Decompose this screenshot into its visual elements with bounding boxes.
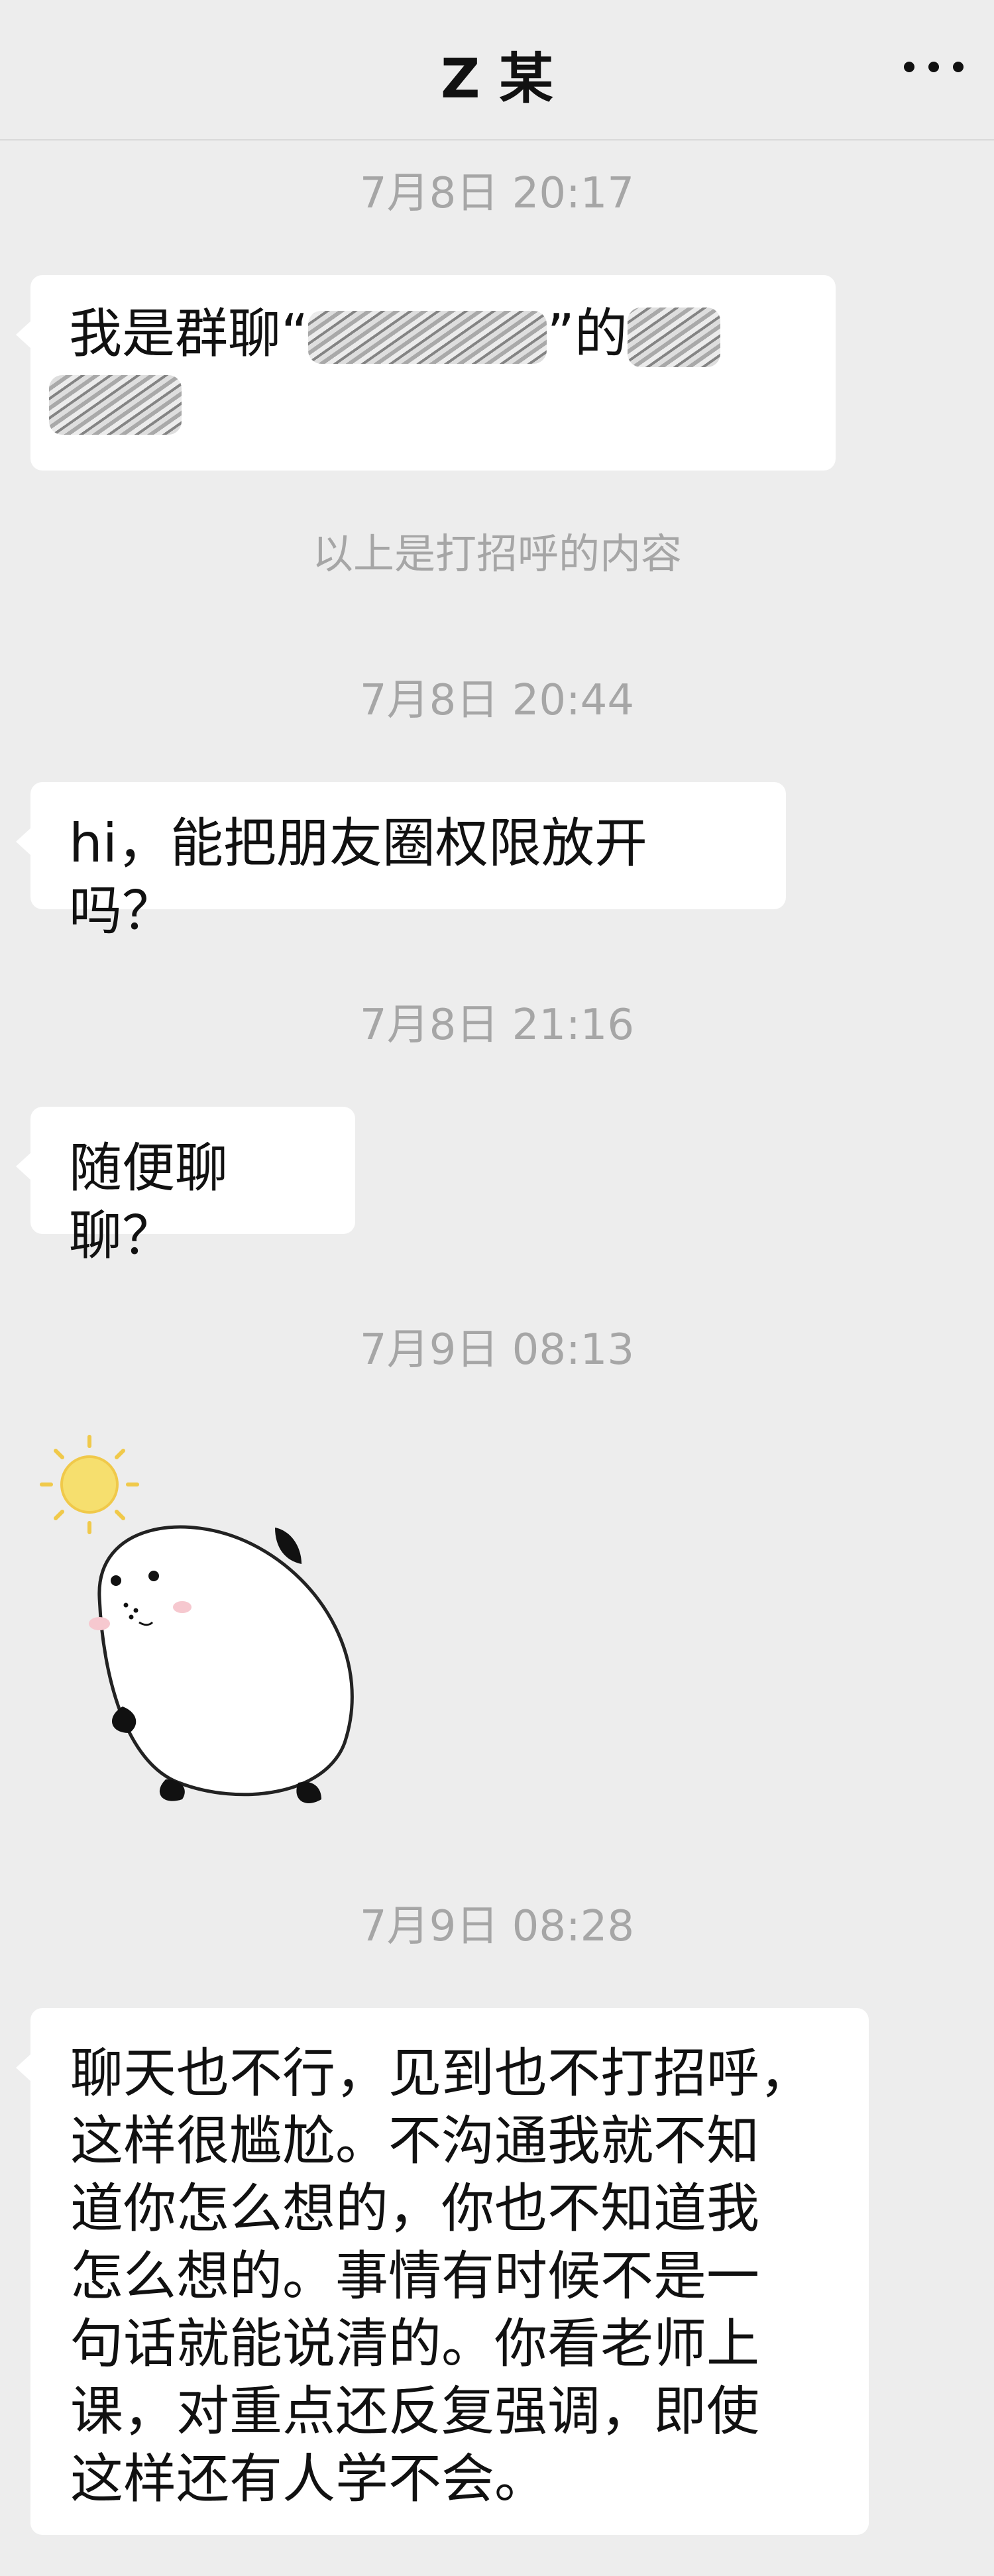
chat-header: Z 某	[0, 0, 994, 140]
timestamp: 7月8日 20:44	[359, 676, 635, 725]
sun-icon	[40, 1435, 139, 1534]
message-text: ”的	[547, 303, 628, 364]
redacted-name	[627, 308, 720, 368]
message-bubble-greeting[interactable]: 我是群聊“ ”的	[16, 275, 836, 471]
message-bubble[interactable]: hi，能把朋友圈权限放开吗？	[16, 782, 786, 942]
system-note: 以上是打招呼的内容	[311, 530, 682, 578]
message-text: hi，能把朋友圈权限放开吗？	[69, 812, 647, 942]
dot	[904, 62, 914, 72]
message-bubble-long[interactable]: 聊天也不行，见到也不打招呼， 这样很尴尬。不沟通我就不知 道你怎么想的，你也不知…	[16, 2008, 869, 2535]
more-dots-icon[interactable]	[904, 57, 964, 77]
redacted-group-name	[308, 311, 547, 364]
timestamp: 7月8日 20:17	[359, 169, 635, 218]
seal-with-sun-sticker[interactable]	[40, 1431, 384, 1816]
redacted-name	[49, 375, 182, 435]
dot	[928, 62, 939, 72]
timestamp: 7月8日 21:16	[359, 1001, 635, 1050]
message-text: 聊天也不行，见到也不打招呼， 这样很尴尬。不沟通我就不知 道你怎么想的，你也不知…	[70, 2043, 812, 2510]
timestamp: 7月9日 08:28	[359, 1902, 635, 1951]
message-bubble[interactable]: 随便聊聊？	[16, 1107, 355, 1266]
message-text: 我是群聊“	[69, 303, 309, 364]
chat-title: Z 某	[440, 48, 553, 111]
timestamp: 7月9日 08:13	[359, 1325, 635, 1374]
message-text: 随便聊聊？	[69, 1137, 228, 1266]
dot	[953, 62, 964, 72]
